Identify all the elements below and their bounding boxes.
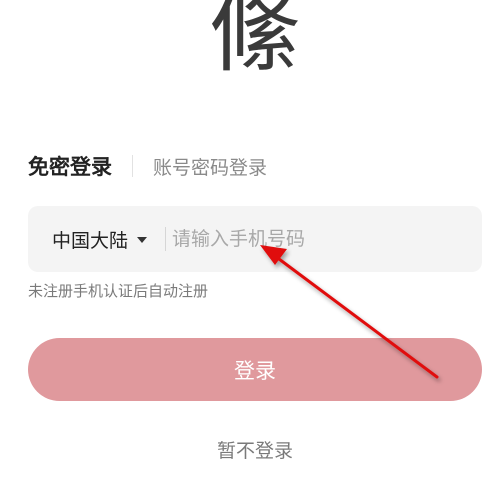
phone-input-box: 中国大陆 bbox=[28, 206, 482, 272]
input-divider bbox=[165, 227, 167, 251]
skip-login-link[interactable]: 暂不登录 bbox=[0, 436, 487, 463]
region-label: 中国大陆 bbox=[52, 229, 129, 252]
app-logo: 絛 bbox=[208, 0, 301, 85]
region-selector[interactable]: 中国大陆 bbox=[52, 226, 148, 253]
auto-register-hint: 未注册手机认证后自动注册 bbox=[28, 282, 209, 300]
login-mode-tabs: 免密登录 账号密码登录 bbox=[28, 148, 267, 184]
caret-down-icon bbox=[137, 237, 148, 243]
phone-number-input[interactable] bbox=[172, 219, 470, 259]
tab-divider bbox=[132, 155, 133, 177]
tab-account-password-login[interactable]: 账号密码登录 bbox=[153, 153, 267, 180]
tab-passwordless-login[interactable]: 免密登录 bbox=[28, 151, 112, 181]
login-button[interactable]: 登录 bbox=[28, 338, 482, 401]
